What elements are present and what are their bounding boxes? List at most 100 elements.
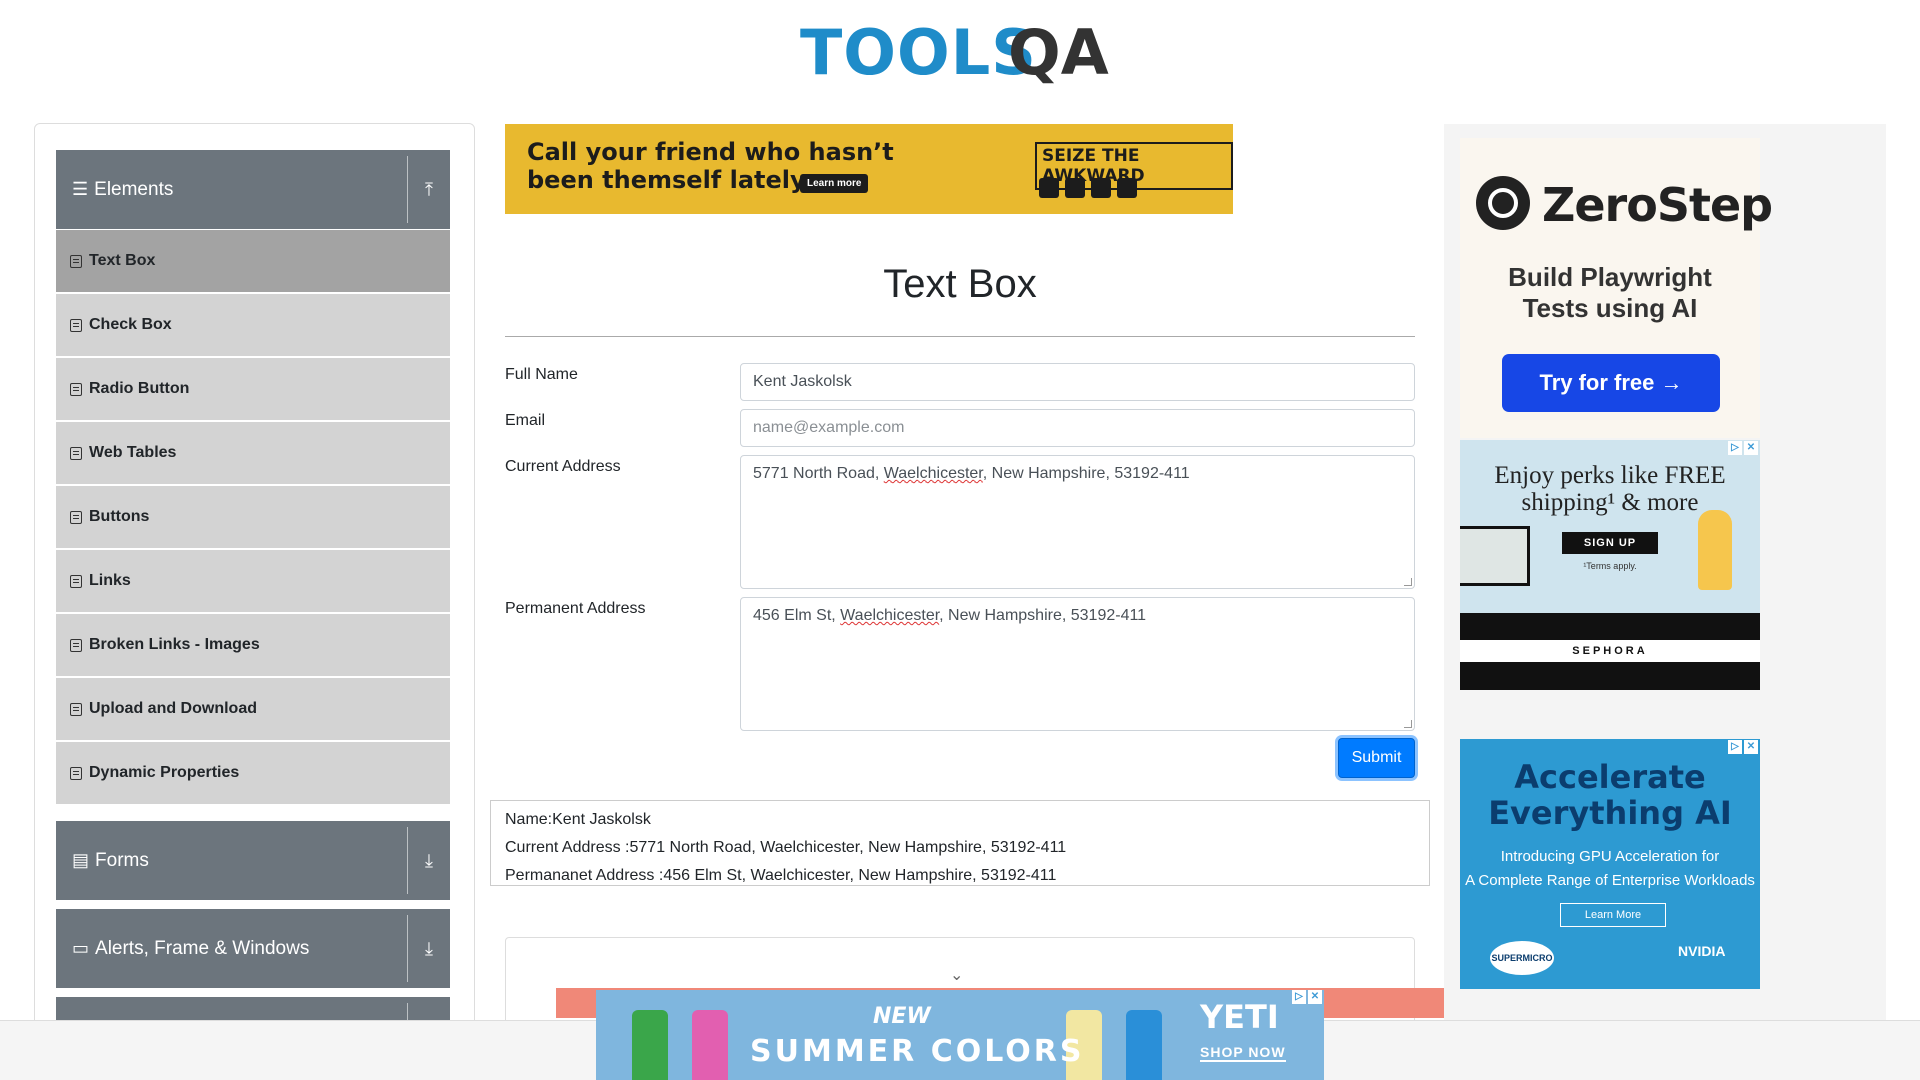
output-name: Name:Kent Jaskolsk bbox=[505, 811, 651, 828]
zerostep-ad[interactable]: ZeroStep Build Playwright Tests using AI… bbox=[1460, 138, 1773, 438]
group-divider bbox=[407, 915, 408, 982]
toolsqa-logo[interactable]: TOOLS QA bbox=[800, 16, 1125, 91]
yeti-headline: SUMMER COLORS bbox=[750, 1034, 1085, 1069]
permanent-address-text-pre: 456 Elm St, bbox=[753, 607, 841, 624]
ad-choices-icon[interactable]: ▷ bbox=[1728, 740, 1742, 754]
current-address-text-pre: 5771 North Road, bbox=[753, 465, 884, 482]
nvidia-headline-line1: Accelerate bbox=[1514, 758, 1706, 796]
top-banner-ad[interactable]: Call your friend who hasn’t been themsel… bbox=[505, 124, 1233, 214]
nvidia-headline: Accelerate Everything AI bbox=[1460, 759, 1760, 831]
list-icon bbox=[70, 254, 82, 268]
ad-choices[interactable]: ▷ ✕ bbox=[1292, 990, 1322, 1004]
ad-choices-icon[interactable]: ▷ bbox=[1292, 990, 1306, 1004]
yeti-brand: YETI bbox=[1200, 998, 1279, 1036]
zerostep-tagline-line1: Build Playwright bbox=[1508, 262, 1712, 292]
yeti-new: NEW bbox=[873, 1004, 931, 1029]
title-divider bbox=[505, 336, 1415, 337]
full-name-label: Full Name bbox=[505, 366, 578, 383]
ad-choices-icon[interactable]: ▷ bbox=[1728, 441, 1742, 455]
sephora-ad[interactable]: Enjoy perks like FREE shipping¹ & more S… bbox=[1460, 440, 1760, 690]
submit-button[interactable]: Submit bbox=[1338, 738, 1415, 778]
close-icon[interactable]: ✕ bbox=[1744, 441, 1758, 455]
close-icon[interactable]: ✕ bbox=[1308, 990, 1322, 1004]
full-name-input[interactable]: Kent Jaskolsk bbox=[740, 363, 1415, 401]
zerostep-try-button[interactable]: Try for free → bbox=[1502, 354, 1720, 412]
bottle-blue bbox=[1126, 1010, 1162, 1080]
group-header-elements[interactable]: ☰ Elements ⤒ bbox=[56, 150, 450, 229]
group-divider bbox=[407, 1003, 408, 1021]
sidebar-item-label: Web Tables bbox=[89, 444, 177, 461]
ad-choices[interactable]: ▷ ✕ bbox=[1728, 740, 1758, 754]
expand-arrow-down-icon[interactable]: ⤓ bbox=[416, 938, 442, 959]
nvidia-ad[interactable]: Accelerate Everything AI Introducing GPU… bbox=[1460, 739, 1760, 989]
zerostep-logo-icon bbox=[1476, 176, 1530, 230]
zerostep-tagline-line2: Tests using AI bbox=[1522, 293, 1698, 323]
current-address-text-post: , New Hampshire, 53192-411 bbox=[982, 465, 1190, 482]
resize-grip-icon[interactable] bbox=[1404, 720, 1412, 728]
sephora-brand: SEPHORA bbox=[1460, 640, 1760, 662]
ad-choices[interactable]: ▷ ✕ bbox=[1728, 441, 1758, 455]
sephora-headline-line1: Enjoy perks like FREE bbox=[1494, 462, 1726, 489]
list-icon bbox=[70, 574, 82, 588]
zerostep-brand: ZeroStep bbox=[1542, 178, 1773, 232]
resize-grip-icon[interactable] bbox=[1404, 578, 1412, 586]
sidebar-item-dynamic-properties[interactable]: Dynamic Properties bbox=[56, 742, 450, 804]
sidebar-item-label: Buttons bbox=[89, 508, 150, 525]
sidebar-item-web-tables[interactable]: Web Tables bbox=[56, 422, 450, 484]
zerostep-tagline: Build Playwright Tests using AI bbox=[1460, 262, 1760, 324]
sidebar-item-label: Dynamic Properties bbox=[89, 764, 240, 781]
email-label: Email bbox=[505, 412, 546, 429]
group-header-alerts[interactable]: ▭ Alerts, Frame & Windows ⤓ bbox=[56, 909, 450, 988]
list-icon bbox=[70, 446, 82, 460]
ad-partner-logos bbox=[1039, 178, 1149, 200]
email-placeholder: name@example.com bbox=[753, 419, 905, 436]
sephora-band bbox=[1460, 613, 1760, 640]
collapse-arrow-up-icon[interactable]: ⤒ bbox=[416, 179, 442, 200]
bottle-pink bbox=[692, 1010, 728, 1080]
group-divider bbox=[407, 156, 408, 223]
list-icon bbox=[70, 702, 82, 716]
van-illustration bbox=[1460, 526, 1530, 586]
sephora-signup-button[interactable]: SIGN UP bbox=[1562, 532, 1658, 554]
sidebar-item-label: Radio Button bbox=[89, 380, 190, 397]
email-input[interactable]: name@example.com bbox=[740, 409, 1415, 447]
sidebar-item-label: Check Box bbox=[89, 316, 172, 333]
group-divider bbox=[407, 827, 408, 894]
expand-arrow-down-icon[interactable]: ⤓ bbox=[416, 850, 442, 871]
nvidia-logo: NVIDIA bbox=[1678, 943, 1726, 959]
sidebar-item-label: Upload and Download bbox=[89, 700, 257, 717]
nvidia-subheadline-line1: Introducing GPU Acceleration for bbox=[1500, 848, 1720, 865]
list-icon bbox=[70, 318, 82, 332]
current-address-textarea[interactable]: 5771 North Road, Waelchicester, New Hamp… bbox=[740, 455, 1415, 589]
bottle-green bbox=[632, 1010, 668, 1080]
group-label-elements: Elements bbox=[94, 178, 174, 200]
shopper-illustration bbox=[1698, 510, 1732, 590]
list-icon bbox=[70, 766, 82, 780]
yeti-ad[interactable]: NEW SUMMER COLORS YETI SHOP NOW bbox=[596, 990, 1324, 1080]
chevron-down-icon[interactable]: ⌄ bbox=[950, 965, 963, 985]
permanent-address-label: Permanent Address bbox=[505, 600, 646, 617]
sidebar-item-upload-download[interactable]: Upload and Download bbox=[56, 678, 450, 740]
list-icon bbox=[70, 638, 82, 652]
logo-qa-text: QA bbox=[1008, 16, 1109, 89]
sidebar-item-buttons[interactable]: Buttons bbox=[56, 486, 450, 548]
permanent-address-textarea[interactable]: 456 Elm St, Waelchicester, New Hampshire… bbox=[740, 597, 1415, 731]
sephora-terms: ¹Terms apply. bbox=[1583, 561, 1637, 571]
group-header-forms[interactable]: ▤ Forms ⤓ bbox=[56, 821, 450, 900]
sidebar-item-radio-button[interactable]: Radio Button bbox=[56, 358, 450, 420]
ad-learn-more-button[interactable]: Learn more bbox=[800, 174, 869, 193]
sidebar-item-label: Text Box bbox=[89, 252, 156, 269]
page-title: Text Box bbox=[883, 262, 1037, 306]
sephora-band bbox=[1460, 662, 1760, 690]
sidebar-item-text-box[interactable]: Text Box bbox=[56, 230, 450, 292]
permanent-address-text-post: , New Hampshire, 53192-411 bbox=[939, 607, 1147, 624]
sidebar-item-broken-links[interactable]: Broken Links - Images bbox=[56, 614, 450, 676]
nvidia-subheadline: Introducing GPU Acceleration for A Compl… bbox=[1460, 845, 1760, 893]
sidebar-item-links[interactable]: Links bbox=[56, 550, 450, 612]
yeti-shop-now[interactable]: SHOP NOW bbox=[1200, 1044, 1286, 1062]
document-icon: ▤ bbox=[72, 850, 90, 870]
list-icon bbox=[70, 510, 82, 524]
sidebar-item-check-box[interactable]: Check Box bbox=[56, 294, 450, 356]
nvidia-learn-more-button[interactable]: Learn More bbox=[1560, 903, 1666, 927]
close-icon[interactable]: ✕ bbox=[1744, 740, 1758, 754]
